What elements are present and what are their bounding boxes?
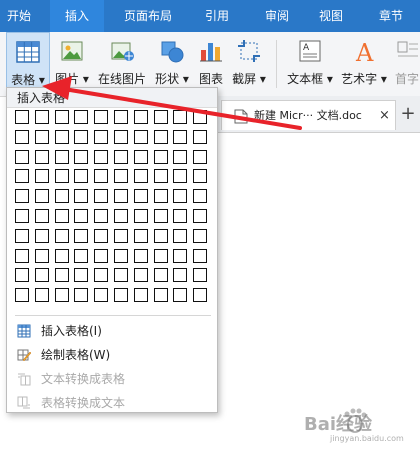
- watermark-url: jingyan.baidu.com: [330, 434, 404, 443]
- watermark: Bai经验 jingyan.baidu.com: [300, 396, 418, 448]
- annotation-arrow: [42, 76, 302, 130]
- watermark-text: Bai经验: [304, 414, 373, 435]
